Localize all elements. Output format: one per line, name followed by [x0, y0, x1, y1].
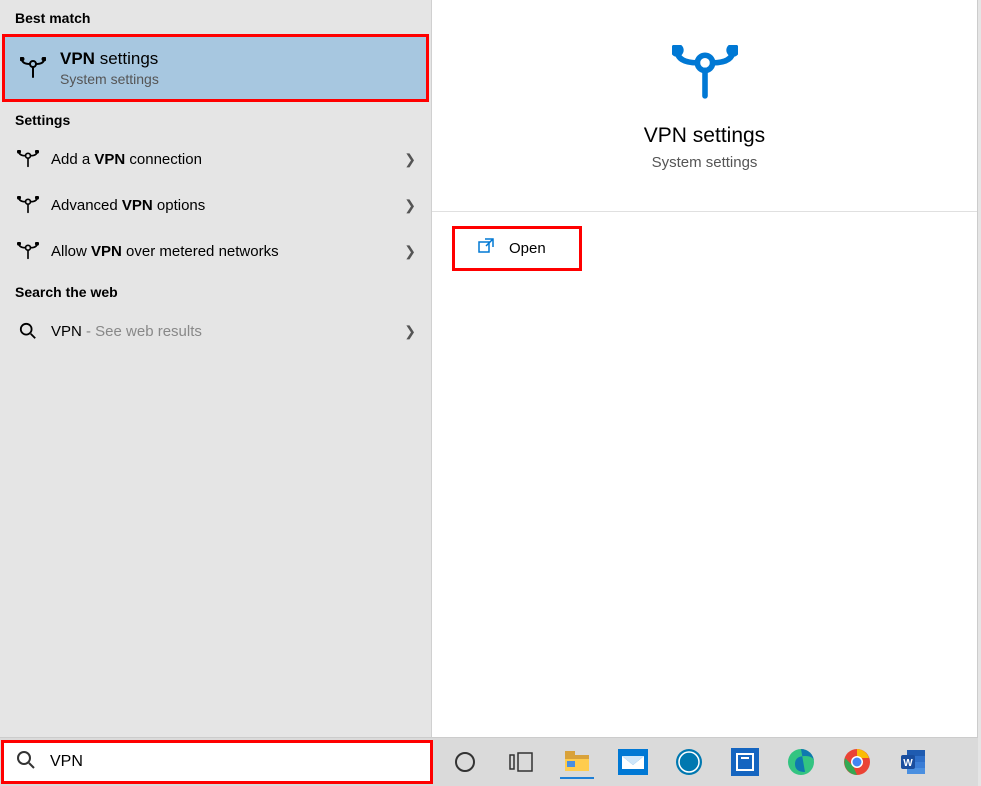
detail-header: VPN settings System settings — [432, 0, 977, 171]
setting-allow-vpn-metered[interactable]: Allow VPN over metered networks ❯ — [0, 228, 431, 274]
divider — [432, 211, 977, 212]
search-input-text: VPN — [50, 753, 83, 771]
chevron-right-icon: ❯ — [404, 197, 416, 214]
mail-icon[interactable] — [616, 745, 650, 779]
vpn-icon — [20, 55, 46, 81]
cortana-icon[interactable] — [448, 745, 482, 779]
chevron-right-icon: ❯ — [404, 323, 416, 340]
best-match-vpn-settings[interactable]: VPN settings System settings — [2, 34, 429, 102]
task-view-icon[interactable] — [504, 745, 538, 779]
chevron-right-icon: ❯ — [404, 243, 416, 260]
vpn-icon — [15, 196, 41, 214]
word-icon[interactable]: W — [896, 745, 930, 779]
settings-header: Settings — [0, 102, 431, 136]
detail-pane: VPN settings System settings Open — [432, 0, 977, 737]
svg-text:W: W — [903, 758, 913, 769]
file-explorer-icon[interactable] — [560, 745, 594, 779]
vpn-icon — [15, 150, 41, 168]
vpn-icon — [15, 242, 41, 260]
best-match-header: Best match — [0, 0, 431, 34]
results-left-column: Best match VPN settings System settings … — [0, 0, 432, 737]
taskbar: VPN W — [0, 737, 978, 786]
search-results-panel: Best match VPN settings System settings … — [0, 0, 978, 737]
search-web-header: Search the web — [0, 274, 431, 308]
taskbar-search-box[interactable]: VPN — [1, 740, 433, 784]
best-match-text: VPN settings System settings — [60, 49, 159, 87]
chevron-right-icon: ❯ — [404, 151, 416, 168]
open-icon — [477, 237, 495, 260]
setting-add-vpn-connection[interactable]: Add a VPN connection ❯ — [0, 136, 431, 182]
edge-icon[interactable] — [784, 745, 818, 779]
search-icon — [15, 322, 41, 340]
chrome-icon[interactable] — [840, 745, 874, 779]
setting-advanced-vpn-options[interactable]: Advanced VPN options ❯ — [0, 182, 431, 228]
detail-title: VPN settings — [432, 124, 977, 148]
open-button[interactable]: Open — [452, 226, 582, 271]
taskbar-icons: W — [433, 745, 930, 779]
vpn-icon — [672, 45, 738, 106]
detail-subtitle: System settings — [432, 154, 977, 171]
app-blue-icon[interactable] — [728, 745, 762, 779]
dell-icon[interactable] — [672, 745, 706, 779]
search-icon — [16, 750, 36, 775]
web-result-vpn[interactable]: VPN - See web results ❯ — [0, 308, 431, 354]
